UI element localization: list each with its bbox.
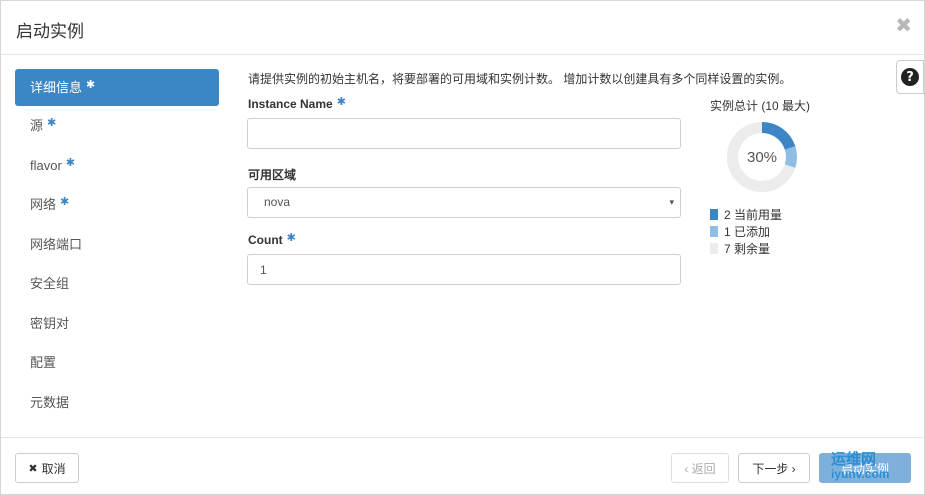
modal-footer: ✖ 取消 ‹ 返回 下一步 › 启动实例 xyxy=(1,437,925,495)
quota-chart-title: 实例总计 (10 最大) xyxy=(710,99,811,113)
availability-zone-value: nova xyxy=(264,195,291,209)
modal-title: 启动实例 xyxy=(16,22,84,41)
required-icon: ✱ xyxy=(336,96,346,108)
availability-zone-label: 可用区域 xyxy=(248,168,297,182)
count-label-text: Count xyxy=(248,233,283,247)
nav-item-label: 网络端口 xyxy=(30,236,83,252)
caret-down-icon: ▾ xyxy=(669,197,674,207)
quota-donut-chart: 30% xyxy=(727,122,797,192)
nav-item-security-groups[interactable]: 安全组 xyxy=(15,264,219,304)
nav-item-key-pair[interactable]: 密钥对 xyxy=(15,304,219,344)
nav-item-networks[interactable]: 网络 ✱ xyxy=(15,185,219,225)
legend-item-remaining: 7 剩余量 xyxy=(710,240,782,257)
modal-header: 启动实例 ✖ xyxy=(1,1,925,55)
legend-swatch-added xyxy=(710,226,718,237)
required-icon: ✱ xyxy=(65,156,76,169)
legend-count: 1 xyxy=(724,224,731,239)
instance-name-label-text: Instance Name xyxy=(248,97,333,111)
nav-item-label: 详细信息 xyxy=(30,80,83,95)
help-button[interactable]: ? xyxy=(896,60,924,94)
required-icon: ✱ xyxy=(60,196,70,208)
instance-name-label: Instance Name ✱ xyxy=(248,96,346,111)
legend-item-added: 1 已添加 xyxy=(710,223,782,240)
required-icon: ✱ xyxy=(86,79,96,91)
watermark: 运维网 iyunv.com xyxy=(831,451,890,481)
legend-label: 剩余量 xyxy=(734,242,771,256)
required-icon: ✱ xyxy=(286,232,296,244)
quota-percent-label: 30% xyxy=(747,149,777,166)
nav-item-label: 元数据 xyxy=(30,394,70,410)
nav-item-source[interactable]: 源 ✱ xyxy=(15,106,219,146)
nav-item-metadata[interactable]: 元数据 xyxy=(15,383,219,423)
cancel-label: 取消 xyxy=(41,461,66,476)
watermark-line1: 运维网 xyxy=(831,451,877,468)
legend-label: 已添加 xyxy=(734,225,771,239)
legend-count: 7 xyxy=(724,241,731,256)
cancel-button[interactable]: ✖ 取消 xyxy=(15,453,79,483)
nav-item-label: 源 xyxy=(30,118,44,133)
back-button[interactable]: ‹ 返回 xyxy=(671,453,729,483)
quota-legend: 2 当前用量 1 已添加 7 剩余量 xyxy=(710,206,782,257)
close-icon[interactable]: ✖ xyxy=(895,13,912,38)
nav-item-details[interactable]: 详细信息 ✱ xyxy=(15,69,219,106)
required-icon: ✱ xyxy=(47,117,57,129)
question-icon: ? xyxy=(901,68,919,86)
availability-zone-select[interactable]: nova ▾ xyxy=(247,187,681,218)
legend-swatch-current xyxy=(710,209,718,220)
legend-count: 2 xyxy=(724,207,731,222)
nav-item-configuration[interactable]: 配置 xyxy=(15,343,219,383)
count-label: Count ✱ xyxy=(248,232,296,247)
watermark-line2: iyunv.com xyxy=(831,467,890,481)
next-button[interactable]: 下一步 › xyxy=(738,453,810,483)
legend-swatch-remaining xyxy=(710,243,718,254)
legend-item-current: 2 当前用量 xyxy=(710,206,782,223)
nav-item-label: flavor xyxy=(30,157,62,173)
nav-item-flavor[interactable]: flavor ✱ xyxy=(15,146,219,186)
nav-item-label: 配置 xyxy=(30,355,57,370)
legend-label: 当前用量 xyxy=(734,208,783,222)
form-description: 请提供实例的初始主机名，将要部署的可用域和实例计数。 增加计数以创建具有多个同样… xyxy=(248,72,792,86)
wizard-nav: 详细信息 ✱ 源 ✱ flavor ✱ 网络 ✱ 网络端口 安全组 密钥对 配置 元数据 xyxy=(15,69,219,422)
launch-instance-modal: 启动实例 ✖ ? 详细信息 ✱ 源 ✱ flavor ✱ 网络 ✱ 网络端口 安全组 密… xyxy=(0,0,925,495)
nav-item-label: 安全组 xyxy=(30,276,70,291)
count-input[interactable] xyxy=(247,254,681,285)
nav-item-label: 网络 xyxy=(30,197,57,212)
nav-item-network-ports[interactable]: 网络端口 xyxy=(15,225,219,265)
instance-name-input[interactable] xyxy=(247,118,681,149)
nav-item-label: 密钥对 xyxy=(30,315,70,331)
close-icon: ✖ xyxy=(28,462,38,475)
